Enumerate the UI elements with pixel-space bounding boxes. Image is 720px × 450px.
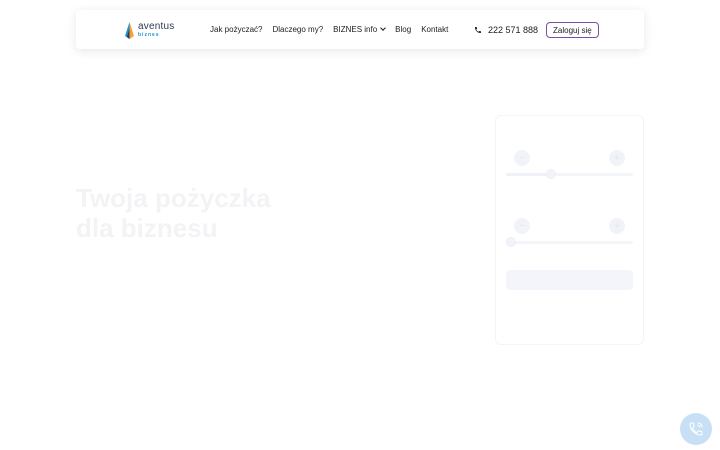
logo[interactable]: aventus biznes [124, 21, 174, 39]
nav-link-how-to-borrow[interactable]: Jak pożyczać? [210, 25, 262, 34]
nav-link-biznes-info[interactable]: BIZNES info [333, 25, 387, 34]
logo-subtitle: biznes [138, 32, 160, 38]
period-increase-button[interactable]: + [609, 218, 625, 234]
phone-link[interactable]: 222 571 888 [474, 10, 538, 49]
chevron-down-icon [380, 25, 387, 31]
apply-button[interactable] [506, 270, 633, 290]
nav-link-contact[interactable]: Kontakt [421, 25, 448, 34]
login-button[interactable]: Zaloguj się [546, 22, 599, 38]
nav-link-blog[interactable]: Blog [395, 25, 411, 34]
phone-call-icon [689, 422, 703, 436]
phone-icon [475, 26, 481, 33]
amount-slider-handle[interactable] [546, 169, 556, 179]
phone-number: 222 571 888 [488, 24, 539, 35]
period-slider[interactable] [506, 237, 633, 247]
loan-calculator: − + − + [495, 115, 644, 345]
amount-increase-button[interactable]: + [609, 150, 625, 166]
period-decrease-button[interactable]: − [514, 218, 530, 234]
period-slider-handle[interactable] [506, 237, 516, 247]
amount-decrease-button[interactable]: − [514, 150, 530, 166]
amount-slider[interactable] [506, 169, 633, 179]
logo-mark-icon [124, 21, 135, 39]
nav-link-biznes-info-label: BIZNES info [333, 25, 378, 34]
nav-link-why-us[interactable]: Dlaczego my? [272, 25, 323, 34]
hero-title-line-1: Twoja pożyczka [76, 183, 271, 213]
hero-title: Twoja pożyczka dla biznesu [76, 183, 271, 243]
hero-title-line-2: dla biznesu [76, 213, 218, 243]
call-me-button[interactable] [680, 413, 712, 445]
main-nav: Jak pożyczać? Dlaczego my? BIZNES info B… [210, 10, 458, 49]
top-navbar: aventus biznes Jak pożyczać? Dlaczego my… [76, 10, 644, 49]
logo-name: aventus [138, 21, 175, 32]
